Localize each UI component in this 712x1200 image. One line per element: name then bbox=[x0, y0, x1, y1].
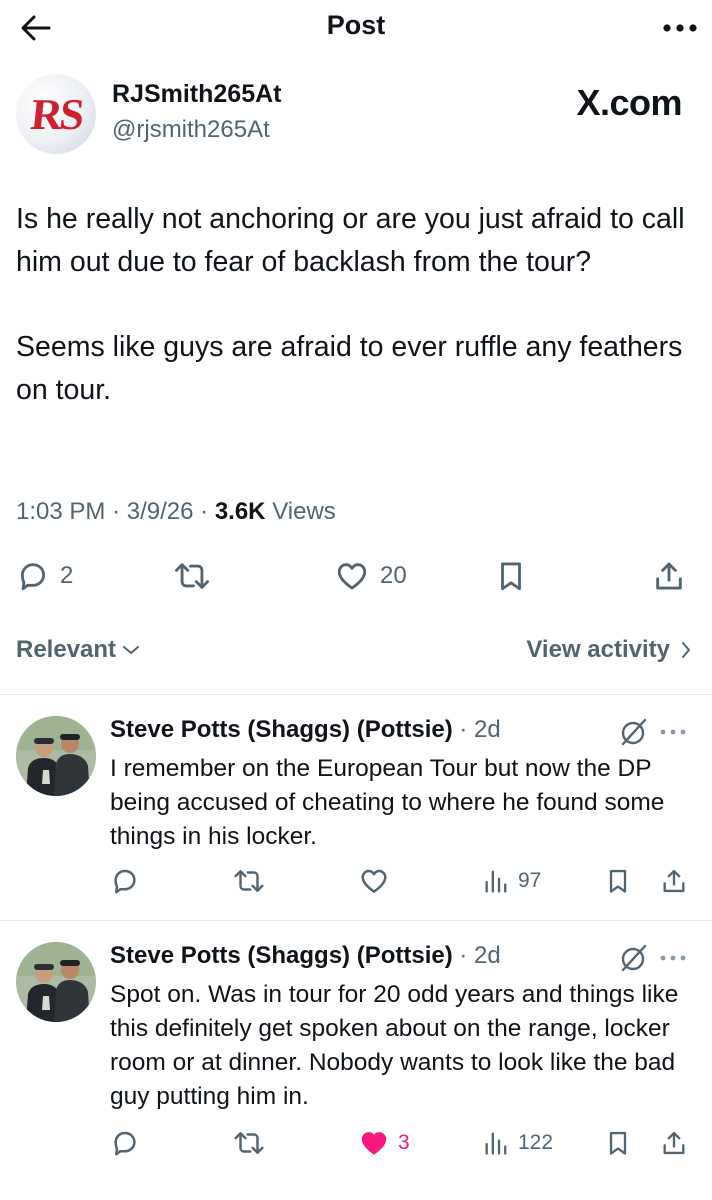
chevron-down-icon bbox=[123, 646, 140, 654]
view-activity-label: View activity bbox=[526, 636, 670, 663]
post-meta: 1:03 PM · 3/9/26 · 3.6K Views bbox=[16, 498, 336, 526]
views-button[interactable]: 97 bbox=[482, 864, 541, 898]
avatar-logo-text: RS bbox=[28, 89, 84, 139]
reply-separator: · bbox=[452, 942, 475, 969]
post-text: Is he really not anchoring or are you ju… bbox=[16, 198, 696, 412]
post-time: 1:03 PM bbox=[16, 498, 106, 525]
heart-icon bbox=[361, 869, 387, 893]
post-date: 3/9/26 bbox=[126, 498, 194, 525]
like-count: 3 bbox=[398, 1131, 410, 1154]
grok-button[interactable] bbox=[618, 716, 650, 748]
divider bbox=[0, 694, 712, 695]
avatar-photo bbox=[16, 942, 96, 1022]
author-name[interactable]: RJSmith265At bbox=[112, 80, 282, 109]
meta-separator: · bbox=[200, 498, 215, 525]
reply-icon bbox=[114, 1131, 136, 1156]
chevron-right-icon bbox=[682, 642, 690, 658]
reply-count: 2 bbox=[60, 562, 74, 589]
analytics-icon bbox=[485, 1132, 507, 1155]
author-avatar[interactable]: RS bbox=[16, 74, 96, 154]
heart-filled-icon bbox=[361, 1132, 387, 1155]
repost-icon bbox=[234, 1132, 264, 1154]
like-button[interactable]: 3 bbox=[358, 1126, 410, 1160]
post-paragraph: Seems like guys are afraid to ever ruffl… bbox=[16, 331, 683, 406]
views-count: 97 bbox=[518, 869, 542, 892]
bookmark-icon bbox=[609, 1131, 627, 1155]
more-horizontal-icon bbox=[660, 729, 686, 735]
reply-age: 2d bbox=[474, 942, 501, 969]
reply-avatar[interactable] bbox=[16, 942, 96, 1022]
reply-author-name: Steve Potts (Shaggs) (Pottsie) bbox=[110, 716, 453, 743]
views-count: 3.6K bbox=[214, 498, 266, 525]
post-action-bar: 2 20 bbox=[16, 556, 696, 596]
avatar-photo bbox=[16, 716, 96, 796]
reply-button[interactable] bbox=[110, 1126, 140, 1160]
reply-icon bbox=[114, 869, 136, 894]
reply-age: 2d bbox=[474, 716, 501, 743]
bookmark-button[interactable] bbox=[604, 864, 632, 898]
share-icon bbox=[663, 869, 685, 893]
reply-action-bar: 3 122 bbox=[110, 1126, 696, 1160]
reply-icon bbox=[20, 563, 46, 591]
reply-author[interactable]: Steve Potts (Shaggs) (Pottsie) · 2d bbox=[110, 942, 501, 970]
grok-icon bbox=[621, 718, 647, 746]
bookmark-button[interactable] bbox=[604, 1126, 632, 1160]
grok-icon bbox=[621, 944, 647, 972]
divider bbox=[0, 920, 712, 921]
top-bar: Post bbox=[0, 0, 712, 56]
views-count: 122 bbox=[518, 1131, 554, 1154]
post-paragraph: Is he really not anchoring or are you ju… bbox=[16, 203, 685, 278]
views-label: Views bbox=[272, 498, 336, 525]
reply-author-name: Steve Potts (Shaggs) (Pottsie) bbox=[110, 942, 453, 969]
like-button[interactable] bbox=[358, 864, 398, 898]
like-button[interactable]: 20 bbox=[334, 556, 407, 596]
view-activity-link[interactable]: View activity bbox=[526, 636, 692, 664]
sort-label: Relevant bbox=[16, 636, 117, 663]
heart-icon bbox=[337, 563, 367, 590]
reply-text: Spot on. Was in tour for 20 odd years an… bbox=[110, 981, 679, 1110]
sort-relevant-dropdown[interactable]: Relevant bbox=[16, 636, 140, 664]
like-count: 20 bbox=[380, 562, 407, 589]
reply-item[interactable]: Steve Potts (Shaggs) (Pottsie) · 2d Spot… bbox=[0, 942, 712, 1172]
reply-more-button[interactable] bbox=[660, 946, 692, 970]
reply-separator: · bbox=[452, 716, 475, 743]
reply-avatar[interactable] bbox=[16, 716, 96, 796]
repost-button[interactable] bbox=[172, 556, 212, 596]
share-icon bbox=[656, 562, 682, 590]
bookmark-icon bbox=[609, 869, 627, 893]
bookmark-button[interactable] bbox=[494, 556, 528, 596]
repost-button[interactable] bbox=[232, 864, 266, 898]
more-horizontal-icon bbox=[663, 24, 697, 32]
reply-author[interactable]: Steve Potts (Shaggs) (Pottsie) · 2d bbox=[110, 716, 501, 744]
replies-sort-row: Relevant View activity bbox=[16, 630, 696, 670]
meta-separator: · bbox=[112, 498, 127, 525]
reply-text: I remember on the European Tour but now … bbox=[110, 755, 665, 850]
reply-action-bar: 97 bbox=[110, 864, 696, 898]
share-button[interactable] bbox=[660, 1126, 688, 1160]
views-button[interactable]: 122 bbox=[482, 1126, 553, 1160]
more-options-button[interactable] bbox=[658, 12, 702, 44]
watermark: X.com bbox=[576, 82, 682, 123]
author-handle[interactable]: @rjsmith265At bbox=[112, 116, 270, 144]
reply-more-button[interactable] bbox=[660, 720, 692, 744]
repost-icon bbox=[175, 563, 209, 589]
share-button[interactable] bbox=[660, 864, 688, 898]
repost-icon bbox=[234, 870, 264, 892]
page-title: Post bbox=[326, 10, 386, 40]
post-author: RS RJSmith265At @rjsmith265At X.com bbox=[16, 74, 696, 158]
share-icon bbox=[663, 1131, 685, 1155]
analytics-icon bbox=[485, 870, 507, 893]
more-horizontal-icon bbox=[660, 955, 686, 961]
repost-button[interactable] bbox=[232, 1126, 266, 1160]
grok-button[interactable] bbox=[618, 942, 650, 974]
bookmark-icon bbox=[501, 562, 521, 591]
reply-button[interactable]: 2 bbox=[16, 556, 73, 596]
share-button[interactable] bbox=[652, 556, 686, 596]
reply-item[interactable]: Steve Potts (Shaggs) (Pottsie) · 2d I re… bbox=[0, 716, 712, 902]
reply-button[interactable] bbox=[110, 864, 140, 898]
